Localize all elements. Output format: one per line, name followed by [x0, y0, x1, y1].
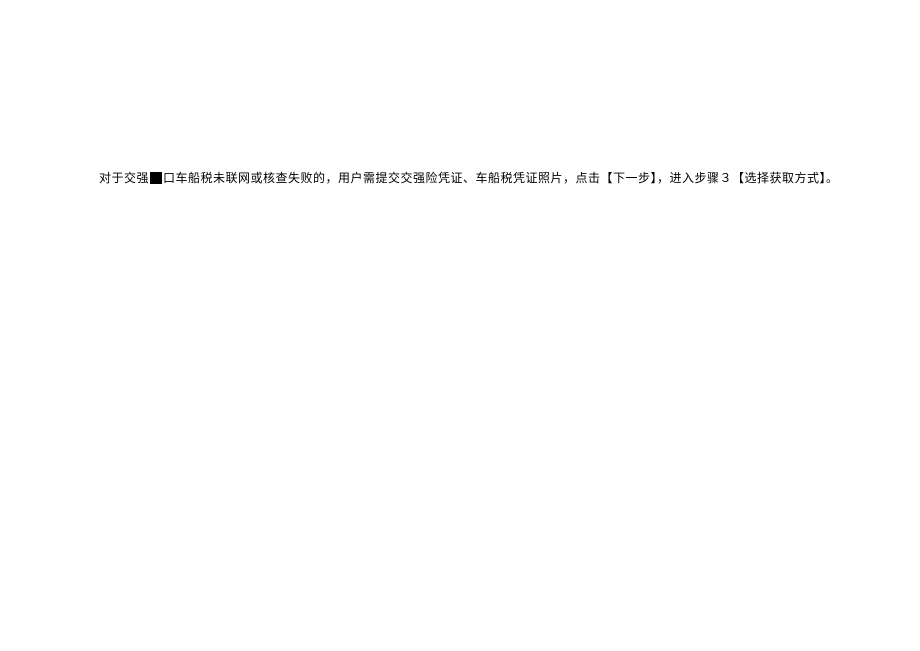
text-segment-2: 口车船税未联网或核查失败的，用户需提交交强险凭证、车船税凭证照片，点击【下一步】… [163, 171, 839, 185]
document-content: 对于交强口车船税未联网或核查失败的，用户需提交交强险凭证、车船税凭证照片，点击【… [99, 169, 870, 188]
text-segment-1: 对于交强 [99, 171, 149, 185]
redacted-block [150, 172, 162, 184]
instruction-paragraph: 对于交强口车船税未联网或核查失败的，用户需提交交强险凭证、车船税凭证照片，点击【… [99, 169, 870, 188]
